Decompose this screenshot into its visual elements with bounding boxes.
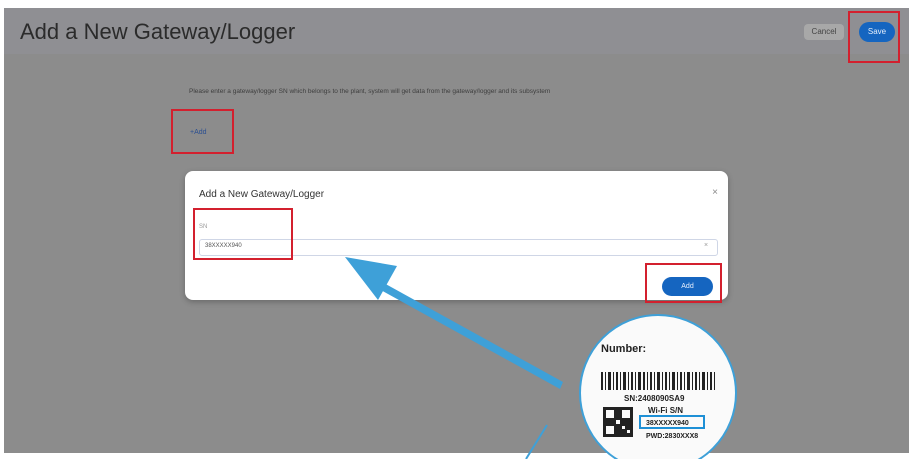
callout-line [525,424,548,459]
label-heading: Number: [601,343,646,355]
annotation-overlay: Number: SN:2408090SA9 Wi-Fi S/N 38XXXXX9… [345,257,737,459]
label-pwd-line: PWD:2830XXX8 [646,433,698,440]
label-wifi-title: Wi-Fi S/N [648,406,683,415]
pointer-arrow [345,257,563,389]
label-sn-line: SN:2408090SA9 [624,394,685,403]
label-wifi-value: 38XXXXX940 [646,420,689,427]
qr-code [603,407,633,437]
device-label-magnifier: Number: SN:2408090SA9 Wi-Fi S/N 38XXXXX9… [579,314,737,459]
